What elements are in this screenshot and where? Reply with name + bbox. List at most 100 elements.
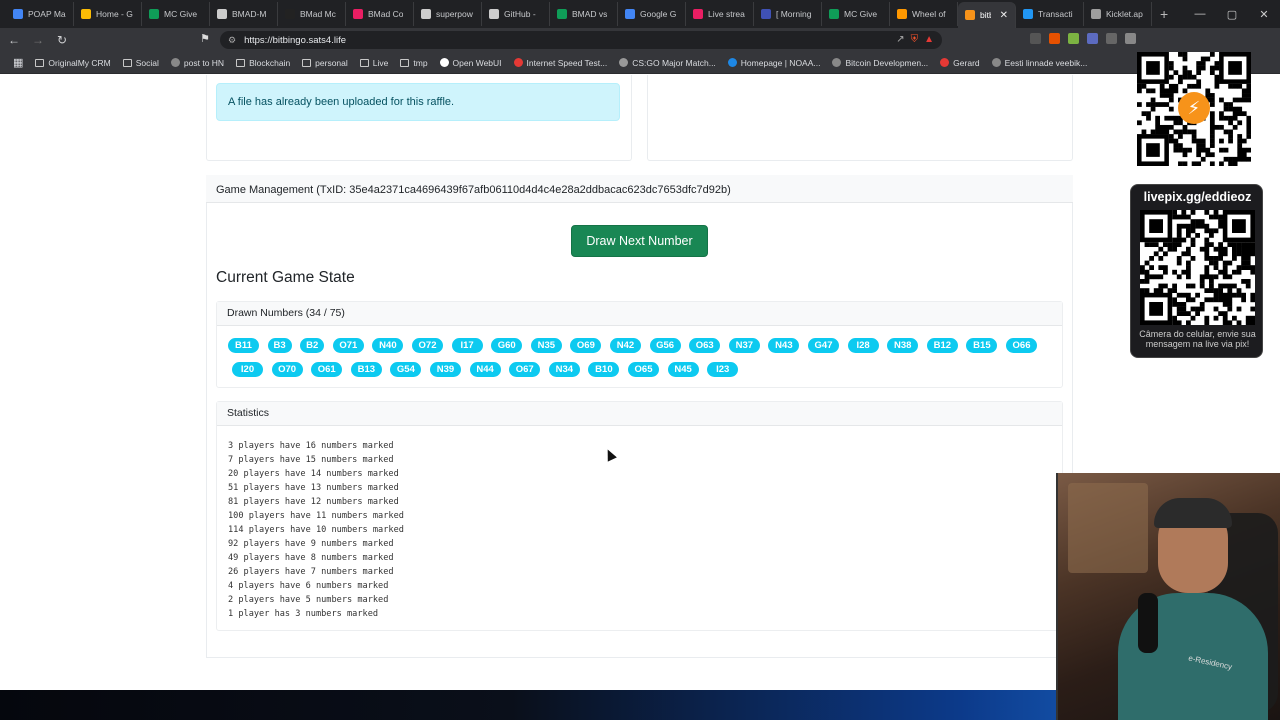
browser-tab[interactable]: BMad Mc xyxy=(278,2,346,26)
extension-icon[interactable] xyxy=(1106,33,1117,44)
browser-tab[interactable]: [ Morning xyxy=(754,2,822,26)
browser-tab[interactable]: Wheel of xyxy=(890,2,958,26)
statistics-line: 81 players have 12 numbers marked xyxy=(228,497,399,507)
bookmark-label: post to HN xyxy=(183,57,225,68)
qr-module xyxy=(1200,143,1206,148)
bookmark-folder[interactable]: tmp xyxy=(395,58,432,68)
qr-module xyxy=(1227,274,1233,280)
extension-icon[interactable] xyxy=(1068,33,1079,44)
site-favicon-icon xyxy=(170,58,180,67)
minimize-icon[interactable]: — xyxy=(1184,8,1216,20)
qr-module xyxy=(1219,161,1224,167)
browser-tab[interactable]: MC Give xyxy=(822,2,890,26)
qr-module xyxy=(1190,297,1196,303)
share-icon[interactable]: ↗ xyxy=(896,34,904,45)
bookmark-link[interactable]: CS:GO Major Match... xyxy=(614,58,721,68)
qr-module xyxy=(1190,228,1196,234)
bookmark-link[interactable]: Bitcoin Developmen... xyxy=(827,58,933,68)
bookmark-link[interactable]: Open WebUI xyxy=(435,58,507,68)
bookmark-folder[interactable]: personal xyxy=(297,58,353,68)
livepix-card: livepix.gg/eddieoz Câmera do celular, en… xyxy=(1130,184,1263,358)
qr-module xyxy=(1190,306,1196,312)
extension-icon[interactable] xyxy=(1087,33,1098,44)
qr-module xyxy=(1213,274,1219,280)
qr-module xyxy=(1227,306,1233,312)
apps-icon[interactable]: ▦ xyxy=(8,56,28,69)
drawn-number-badge: B12 xyxy=(926,338,958,353)
extension-icon[interactable] xyxy=(1125,33,1136,44)
back-icon[interactable]: ← xyxy=(4,33,24,47)
qr-module xyxy=(1218,288,1223,293)
browser-tab[interactable]: Transacti xyxy=(1016,2,1084,26)
tab-label: bitbi xyxy=(980,10,991,20)
qr-module xyxy=(1246,124,1252,130)
browser-tab[interactable]: POAP Ma xyxy=(6,2,74,26)
qr-module xyxy=(1245,279,1251,284)
rewards-icon[interactable]: ▲ xyxy=(924,34,934,45)
qr-module xyxy=(1250,269,1256,275)
browser-tab[interactable]: GitHub - xyxy=(482,2,550,26)
reload-icon[interactable]: ↻ xyxy=(52,33,72,47)
statistics-text: 3 players have 16 numbers marked 7 player… xyxy=(228,439,404,621)
forward-icon[interactable]: → xyxy=(28,33,48,47)
browser-tab[interactable]: BMad Co xyxy=(346,2,414,26)
site-info-icon[interactable]: ⚙ xyxy=(228,35,236,46)
bookmark-folder[interactable]: OriginalMy CRM xyxy=(30,58,115,68)
bookmark-label: Eesti linnade veebik... xyxy=(1004,57,1088,68)
browser-tab[interactable]: Kicklet.ap xyxy=(1084,2,1152,26)
qr-module xyxy=(1204,256,1210,261)
bookmark-folder[interactable]: Live xyxy=(355,58,394,68)
bookmark-link[interactable]: Homepage | NOAA... xyxy=(723,58,826,68)
browser-tab[interactable]: superpow xyxy=(414,2,482,26)
qr-module xyxy=(1209,288,1214,293)
qr-module xyxy=(1149,256,1154,261)
browser-tab[interactable]: bitbi ✕ xyxy=(958,2,1016,28)
qr-module xyxy=(1222,315,1228,321)
qr-module xyxy=(1178,52,1183,57)
bookmark-icon[interactable]: ⚑ xyxy=(200,32,210,45)
qr-module xyxy=(1196,79,1202,85)
qr-module xyxy=(1204,210,1210,215)
drawn-number-badge: O71 xyxy=(332,338,364,353)
bookmark-link[interactable]: Eesti linnade veebik... xyxy=(987,58,1093,68)
bookmark-folder[interactable]: Social xyxy=(118,58,164,68)
qr-module xyxy=(1222,311,1228,316)
browser-tab[interactable]: BMAD-M xyxy=(210,2,278,26)
bookmark-link[interactable]: Internet Speed Test... xyxy=(509,58,613,68)
qr-module xyxy=(1232,256,1237,261)
qr-module xyxy=(1149,302,1163,316)
qr-module xyxy=(1205,56,1211,62)
new-tab-button[interactable]: + xyxy=(1152,6,1176,22)
qr-module xyxy=(1214,74,1220,80)
bookmark-folder[interactable]: Blockchain xyxy=(231,58,295,68)
qr-module xyxy=(1159,83,1165,89)
browser-tab[interactable]: BMAD vs xyxy=(550,2,618,26)
qr-module xyxy=(1245,320,1251,326)
close-tab-icon[interactable]: ✕ xyxy=(1000,10,1008,21)
bookmark-link[interactable]: Gerard xyxy=(935,58,984,68)
browser-tab[interactable]: MC Give xyxy=(142,2,210,26)
qr-module xyxy=(1232,97,1238,103)
folder-icon xyxy=(122,58,132,67)
close-window-icon[interactable]: ✕ xyxy=(1248,8,1280,21)
qr-module xyxy=(1149,219,1163,233)
qr-module xyxy=(1172,288,1177,293)
browser-tab[interactable]: Google G xyxy=(618,2,686,26)
qr-module xyxy=(1182,65,1188,71)
tab-label: Google G xyxy=(640,9,677,19)
qr-module xyxy=(1196,161,1202,167)
qr-module xyxy=(1149,265,1154,270)
draw-next-number-button[interactable]: Draw Next Number xyxy=(571,225,708,257)
maximize-icon[interactable]: ▢ xyxy=(1216,8,1248,21)
qr-module xyxy=(1204,251,1210,257)
qr-module xyxy=(1232,242,1237,247)
brave-shield-icon[interactable]: ⛨ xyxy=(911,34,919,45)
extension-icon[interactable] xyxy=(1030,33,1041,44)
bookmark-link[interactable]: post to HN xyxy=(166,58,229,68)
qr-module xyxy=(1196,83,1202,89)
address-bar[interactable]: ⚙ https://bitbingo.sats4.life ↗ ⛨ ▲ xyxy=(220,31,942,49)
extension-icon[interactable] xyxy=(1049,33,1060,44)
browser-tab[interactable]: Live strea xyxy=(686,2,754,26)
qr-module xyxy=(1223,147,1229,153)
browser-tab[interactable]: Home - G xyxy=(74,2,142,26)
